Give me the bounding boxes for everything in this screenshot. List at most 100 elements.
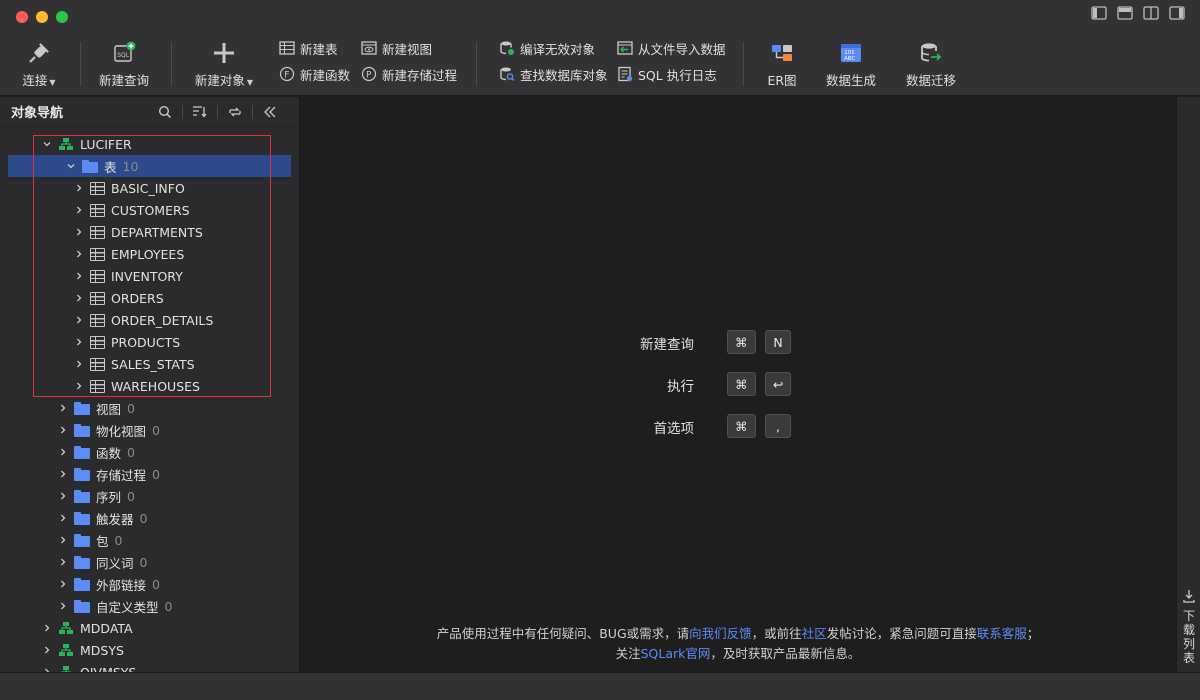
chevron-right-icon[interactable]	[72, 225, 86, 239]
chevron-right-icon[interactable]	[72, 247, 86, 261]
website-link[interactable]: SQLark官网	[641, 646, 711, 661]
tree-table-item[interactable]: PRODUCTS	[0, 331, 299, 353]
chevron-right-icon[interactable]	[56, 445, 70, 459]
toolbar-divider	[80, 42, 81, 86]
main-toolbar: 连接 ▼ SQL 新建查询 新建对象 ▼ 新建表 新建视图 F 新建函数 P 新建存…	[0, 34, 1200, 96]
chevron-right-icon[interactable]	[72, 181, 86, 195]
connect-button[interactable]: 连接 ▼	[14, 38, 64, 90]
plus-icon	[211, 40, 237, 66]
sql-log-button[interactable]: SQL 执行日志	[617, 64, 717, 84]
toggle-left-panel-icon[interactable]	[1090, 5, 1108, 21]
new-query-button[interactable]: SQL 新建查询	[96, 38, 152, 90]
new-view-button[interactable]: 新建视图	[361, 38, 432, 58]
chevron-right-icon[interactable]	[72, 269, 86, 283]
folder-icon	[74, 489, 90, 503]
support-link[interactable]: 联系客服	[977, 626, 1027, 641]
tree-schema-item[interactable]: OJVMSYS	[0, 661, 299, 672]
chevron-right-icon[interactable]	[72, 291, 86, 305]
database-gear-icon	[499, 40, 515, 56]
chevron-right-icon[interactable]	[56, 511, 70, 525]
table-icon	[90, 379, 105, 393]
table-name: INVENTORY	[111, 268, 183, 284]
tree-table-item[interactable]: WAREHOUSES	[0, 375, 299, 397]
folder-count: 0	[127, 488, 135, 504]
data-migration-button[interactable]: 数据迁移	[903, 38, 959, 90]
find-objects-button[interactable]: 查找数据库对象	[499, 64, 608, 84]
tree-folder-item[interactable]: 外部链接 0	[0, 573, 299, 595]
chevron-right-icon[interactable]	[56, 467, 70, 481]
tree-table-item[interactable]: CUSTOMERS	[0, 199, 299, 221]
tree-schema-item[interactable]: MDDATA	[0, 617, 299, 639]
tree-schema-lucifer[interactable]: LUCIFER	[0, 133, 299, 155]
tree-table-item[interactable]: DEPARTMENTS	[0, 221, 299, 243]
window-maximize-button[interactable]	[56, 11, 68, 23]
chevron-down-icon[interactable]	[40, 137, 54, 151]
folder-icon	[74, 533, 90, 547]
shortcut-label: 执行	[667, 379, 694, 395]
search-icon[interactable]	[148, 103, 182, 121]
window-minimize-button[interactable]	[36, 11, 48, 23]
compile-invalid-button[interactable]: 编译无效对象	[499, 38, 595, 58]
tree-folder-item[interactable]: 序列 0	[0, 485, 299, 507]
navigator-title: 对象导航	[11, 106, 64, 121]
new-function-button[interactable]: F 新建函数	[279, 64, 350, 84]
svg-text:F: F	[284, 71, 289, 81]
tree-table-item[interactable]: EMPLOYEES	[0, 243, 299, 265]
collapse-panel-icon[interactable]	[253, 103, 287, 121]
tree-folder-item[interactable]: 包0	[0, 529, 299, 551]
tree-table-item[interactable]: SALES_STATS	[0, 353, 299, 375]
chevron-right-icon[interactable]	[72, 379, 86, 393]
community-link[interactable]: 社区	[802, 626, 827, 641]
folder-count: 0	[139, 554, 148, 570]
new-procedure-label: 新建存储过程	[382, 67, 458, 83]
chevron-right-icon[interactable]	[40, 643, 54, 657]
tree-folder-item[interactable]: 函数 0	[0, 441, 299, 463]
chevron-right-icon[interactable]	[72, 335, 86, 349]
chevron-right-icon[interactable]	[56, 577, 70, 591]
tree-table-item[interactable]: ORDER_DETAILS	[0, 309, 299, 331]
feedback-link[interactable]: 向我们反馈	[689, 626, 752, 641]
er-diagram-button[interactable]: ER图	[762, 38, 802, 90]
chevron-right-icon[interactable]	[56, 489, 70, 503]
chevron-right-icon[interactable]	[56, 423, 70, 437]
refresh-sync-icon[interactable]	[218, 103, 252, 121]
download-list-button[interactable]: 下载列表	[1177, 589, 1200, 665]
window-close-button[interactable]	[16, 11, 28, 23]
tree-table-item[interactable]: ORDERS	[0, 287, 299, 309]
sort-icon[interactable]	[183, 103, 217, 121]
tree-folder-item[interactable]: 物化视图 0	[0, 419, 299, 441]
table-name: DEPARTMENTS	[111, 224, 203, 240]
tree-table-item[interactable]: BASIC_INFO	[0, 177, 299, 199]
chevron-right-icon[interactable]	[72, 313, 86, 327]
tree-folder-item[interactable]: 触发器 0	[0, 507, 299, 529]
tree-folder-item[interactable]: 存储过程 0	[0, 463, 299, 485]
folder-count: 0	[127, 400, 135, 416]
chevron-right-icon[interactable]	[72, 357, 86, 371]
folder-icon	[74, 599, 90, 613]
tree-folder-item[interactable]: 同义词 0	[0, 551, 299, 573]
chevron-down-icon[interactable]	[64, 159, 78, 173]
data-generation-button[interactable]: 101 ABC 数据生成	[823, 38, 879, 90]
follow-text: 关注	[615, 646, 641, 661]
tree-folder-tables[interactable]: 表 10	[8, 155, 291, 177]
chevron-right-icon[interactable]	[56, 533, 70, 547]
new-object-button[interactable]: 新建对象 ▼	[192, 38, 256, 90]
toggle-split-panel-icon[interactable]	[1142, 5, 1160, 21]
tree-table-item[interactable]: INVENTORY	[0, 265, 299, 287]
tree-folder-item[interactable]: 自定义类型 0	[0, 595, 299, 617]
tree-schema-item[interactable]: MDSYS	[0, 639, 299, 661]
new-procedure-button[interactable]: P 新建存储过程	[361, 64, 457, 84]
tree-folder-item[interactable]: 视图 0	[0, 397, 299, 419]
folder-count: 0	[114, 532, 123, 548]
toggle-right-panel-icon[interactable]	[1168, 5, 1186, 21]
toggle-top-panel-icon[interactable]	[1116, 5, 1134, 21]
chevron-right-icon[interactable]	[72, 203, 86, 217]
er-diagram-icon	[769, 40, 795, 66]
chevron-right-icon[interactable]	[56, 555, 70, 569]
import-from-file-button[interactable]: 从文件导入数据	[617, 38, 726, 58]
new-table-button[interactable]: 新建表	[279, 38, 338, 58]
chevron-right-icon[interactable]	[56, 599, 70, 613]
chevron-right-icon[interactable]	[56, 401, 70, 415]
chevron-right-icon[interactable]	[40, 621, 54, 635]
chevron-right-icon[interactable]	[40, 665, 54, 672]
